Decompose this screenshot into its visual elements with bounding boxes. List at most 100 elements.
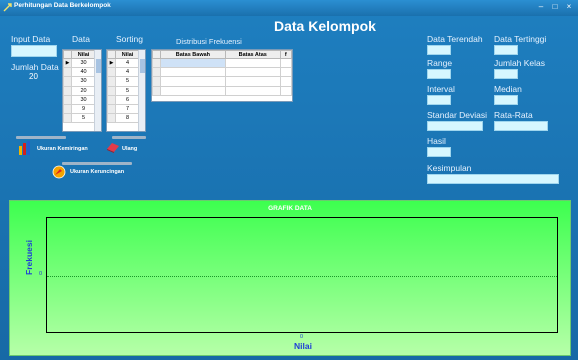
sorting-grid-cell[interactable]: 4: [115, 67, 140, 78]
hasil-field[interactable]: [427, 147, 451, 157]
rata-rata-field[interactable]: [494, 121, 548, 131]
table-row[interactable]: [152, 85, 292, 96]
keruncingan-icon[interactable]: [52, 165, 66, 179]
sorting-grid-cell[interactable]: 8: [115, 113, 140, 124]
rata-rata-label: Rata-Rata: [494, 110, 533, 120]
kesimpulan-field[interactable]: [427, 174, 559, 184]
frequency-grid[interactable]: Batas Bawah Batas Atas f: [151, 49, 293, 102]
table-row[interactable]: 30: [63, 94, 96, 105]
table-row[interactable]: 8: [107, 113, 140, 124]
table-row[interactable]: [152, 57, 292, 69]
hasil-label: Hasil: [427, 136, 446, 146]
separator: [112, 136, 146, 139]
row-header: [63, 94, 72, 105]
table-row[interactable]: 6: [107, 94, 140, 105]
table-row[interactable]: 9: [63, 103, 96, 115]
kemiringan-icon[interactable]: [18, 140, 32, 156]
jumlah-data-value: 20: [29, 72, 38, 81]
table-row[interactable]: 5: [107, 76, 140, 87]
row-header: [63, 76, 72, 87]
table-row[interactable]: [152, 76, 292, 87]
freq-header-batas-atas: Batas Atas: [224, 50, 281, 59]
y-axis-label: Frekuesi: [24, 240, 34, 275]
x-axis-label: Nilai: [294, 341, 312, 351]
sorting-grid-cell[interactable]: 5: [115, 76, 140, 87]
app-window: Perhitungan Data Berkelompok – □ × Data …: [0, 0, 578, 360]
row-header: ▶: [63, 57, 72, 69]
kemiringan-button[interactable]: Ukuran Kemiringan: [37, 146, 88, 152]
app-icon: [3, 3, 12, 12]
close-button[interactable]: ×: [562, 1, 576, 13]
data-grid-cell[interactable]: 20: [71, 85, 96, 96]
standar-deviasi-field[interactable]: [427, 121, 483, 131]
plot-area: [46, 217, 558, 333]
input-data-field[interactable]: [11, 45, 57, 57]
sorting-grid[interactable]: Nilai ▶ 4 4 5 5 6 7 8: [106, 49, 146, 132]
sorting-grid-header: Nilai: [115, 50, 140, 59]
row-header: ▶: [107, 57, 116, 69]
table-row[interactable]: 5: [107, 85, 140, 96]
kesimpulan-label: Kesimpulan: [427, 163, 472, 173]
title-bar: Perhitungan Data Berkelompok – □ ×: [0, 0, 578, 16]
range-field[interactable]: [427, 69, 451, 79]
input-data-label: Input Data: [11, 34, 51, 44]
jumlah-kelas-field[interactable]: [494, 69, 518, 79]
data-tertinggi-field[interactable]: [494, 45, 518, 55]
standar-deviasi-label: Standar Deviasi: [427, 110, 488, 120]
table-row[interactable]: 30: [63, 76, 96, 87]
data-terendah-label: Data Terendah: [427, 34, 483, 44]
data-grid-cell[interactable]: 9: [71, 103, 96, 115]
sorting-grid-scrollbar[interactable]: [138, 50, 145, 131]
table-row[interactable]: ▶ 4: [107, 57, 140, 69]
separator: [16, 136, 66, 139]
data-grid[interactable]: Nilai ▶ 30 40 30 20 30 9 5: [62, 49, 102, 132]
page-title: Data Kelompok: [274, 18, 376, 34]
data-tertinggi-label: Data Tertinggi: [494, 34, 547, 44]
eraser-icon[interactable]: [106, 142, 120, 153]
table-row[interactable]: 4: [107, 67, 140, 78]
sorting-grid-cell[interactable]: 7: [115, 103, 140, 115]
row-header: [63, 67, 72, 78]
chart-panel: GRAFIK DATA Frekuesi 0 0 Nilai: [9, 200, 571, 356]
distribusi-label: Distribusi Frekuensi: [176, 37, 242, 46]
row-header: [107, 76, 116, 87]
row-header: [63, 85, 72, 96]
sorting-grid-cell[interactable]: 4: [115, 57, 140, 69]
keruncingan-button[interactable]: Ukuran Keruncingan: [70, 169, 124, 175]
sorting-label: Sorting: [116, 34, 143, 44]
freq-header-f: f: [279, 50, 292, 59]
table-row[interactable]: [152, 67, 292, 78]
table-row[interactable]: 40: [63, 67, 96, 78]
maximize-button[interactable]: □: [548, 1, 562, 13]
range-label: Range: [427, 58, 453, 68]
data-grid-cell[interactable]: 30: [71, 57, 96, 69]
data-grid-cell[interactable]: 30: [71, 94, 96, 105]
x-tick-label: 0: [300, 334, 304, 340]
data-grid-header: Nilai: [71, 50, 96, 59]
chart-title: GRAFIK DATA: [268, 205, 312, 212]
sorting-grid-cell[interactable]: 6: [115, 94, 140, 105]
data-label: Data: [72, 34, 90, 44]
data-grid-scrollbar[interactable]: [94, 50, 101, 131]
freq-header-batas-bawah: Batas Bawah: [160, 50, 226, 59]
data-grid-cell[interactable]: 30: [71, 76, 96, 87]
table-row[interactable]: 5: [63, 113, 96, 124]
table-row[interactable]: 7: [107, 103, 140, 115]
interval-field[interactable]: [427, 95, 451, 105]
sorting-grid-cell[interactable]: 5: [115, 85, 140, 96]
interval-label: Interval: [427, 84, 455, 94]
data-terendah-field[interactable]: [427, 45, 451, 55]
table-row[interactable]: ▶ 30: [63, 57, 96, 69]
minimize-button[interactable]: –: [534, 1, 548, 13]
separator: [62, 162, 132, 165]
median-label: Median: [494, 84, 522, 94]
row-header: [107, 113, 116, 124]
data-grid-cell[interactable]: 5: [71, 113, 96, 124]
row-header: [63, 113, 72, 124]
data-grid-cell[interactable]: 40: [71, 67, 96, 78]
table-row[interactable]: 20: [63, 85, 96, 96]
row-header: [107, 94, 116, 105]
row-header: [107, 67, 116, 78]
median-field[interactable]: [494, 95, 518, 105]
ulang-button[interactable]: Ulang: [122, 146, 137, 152]
